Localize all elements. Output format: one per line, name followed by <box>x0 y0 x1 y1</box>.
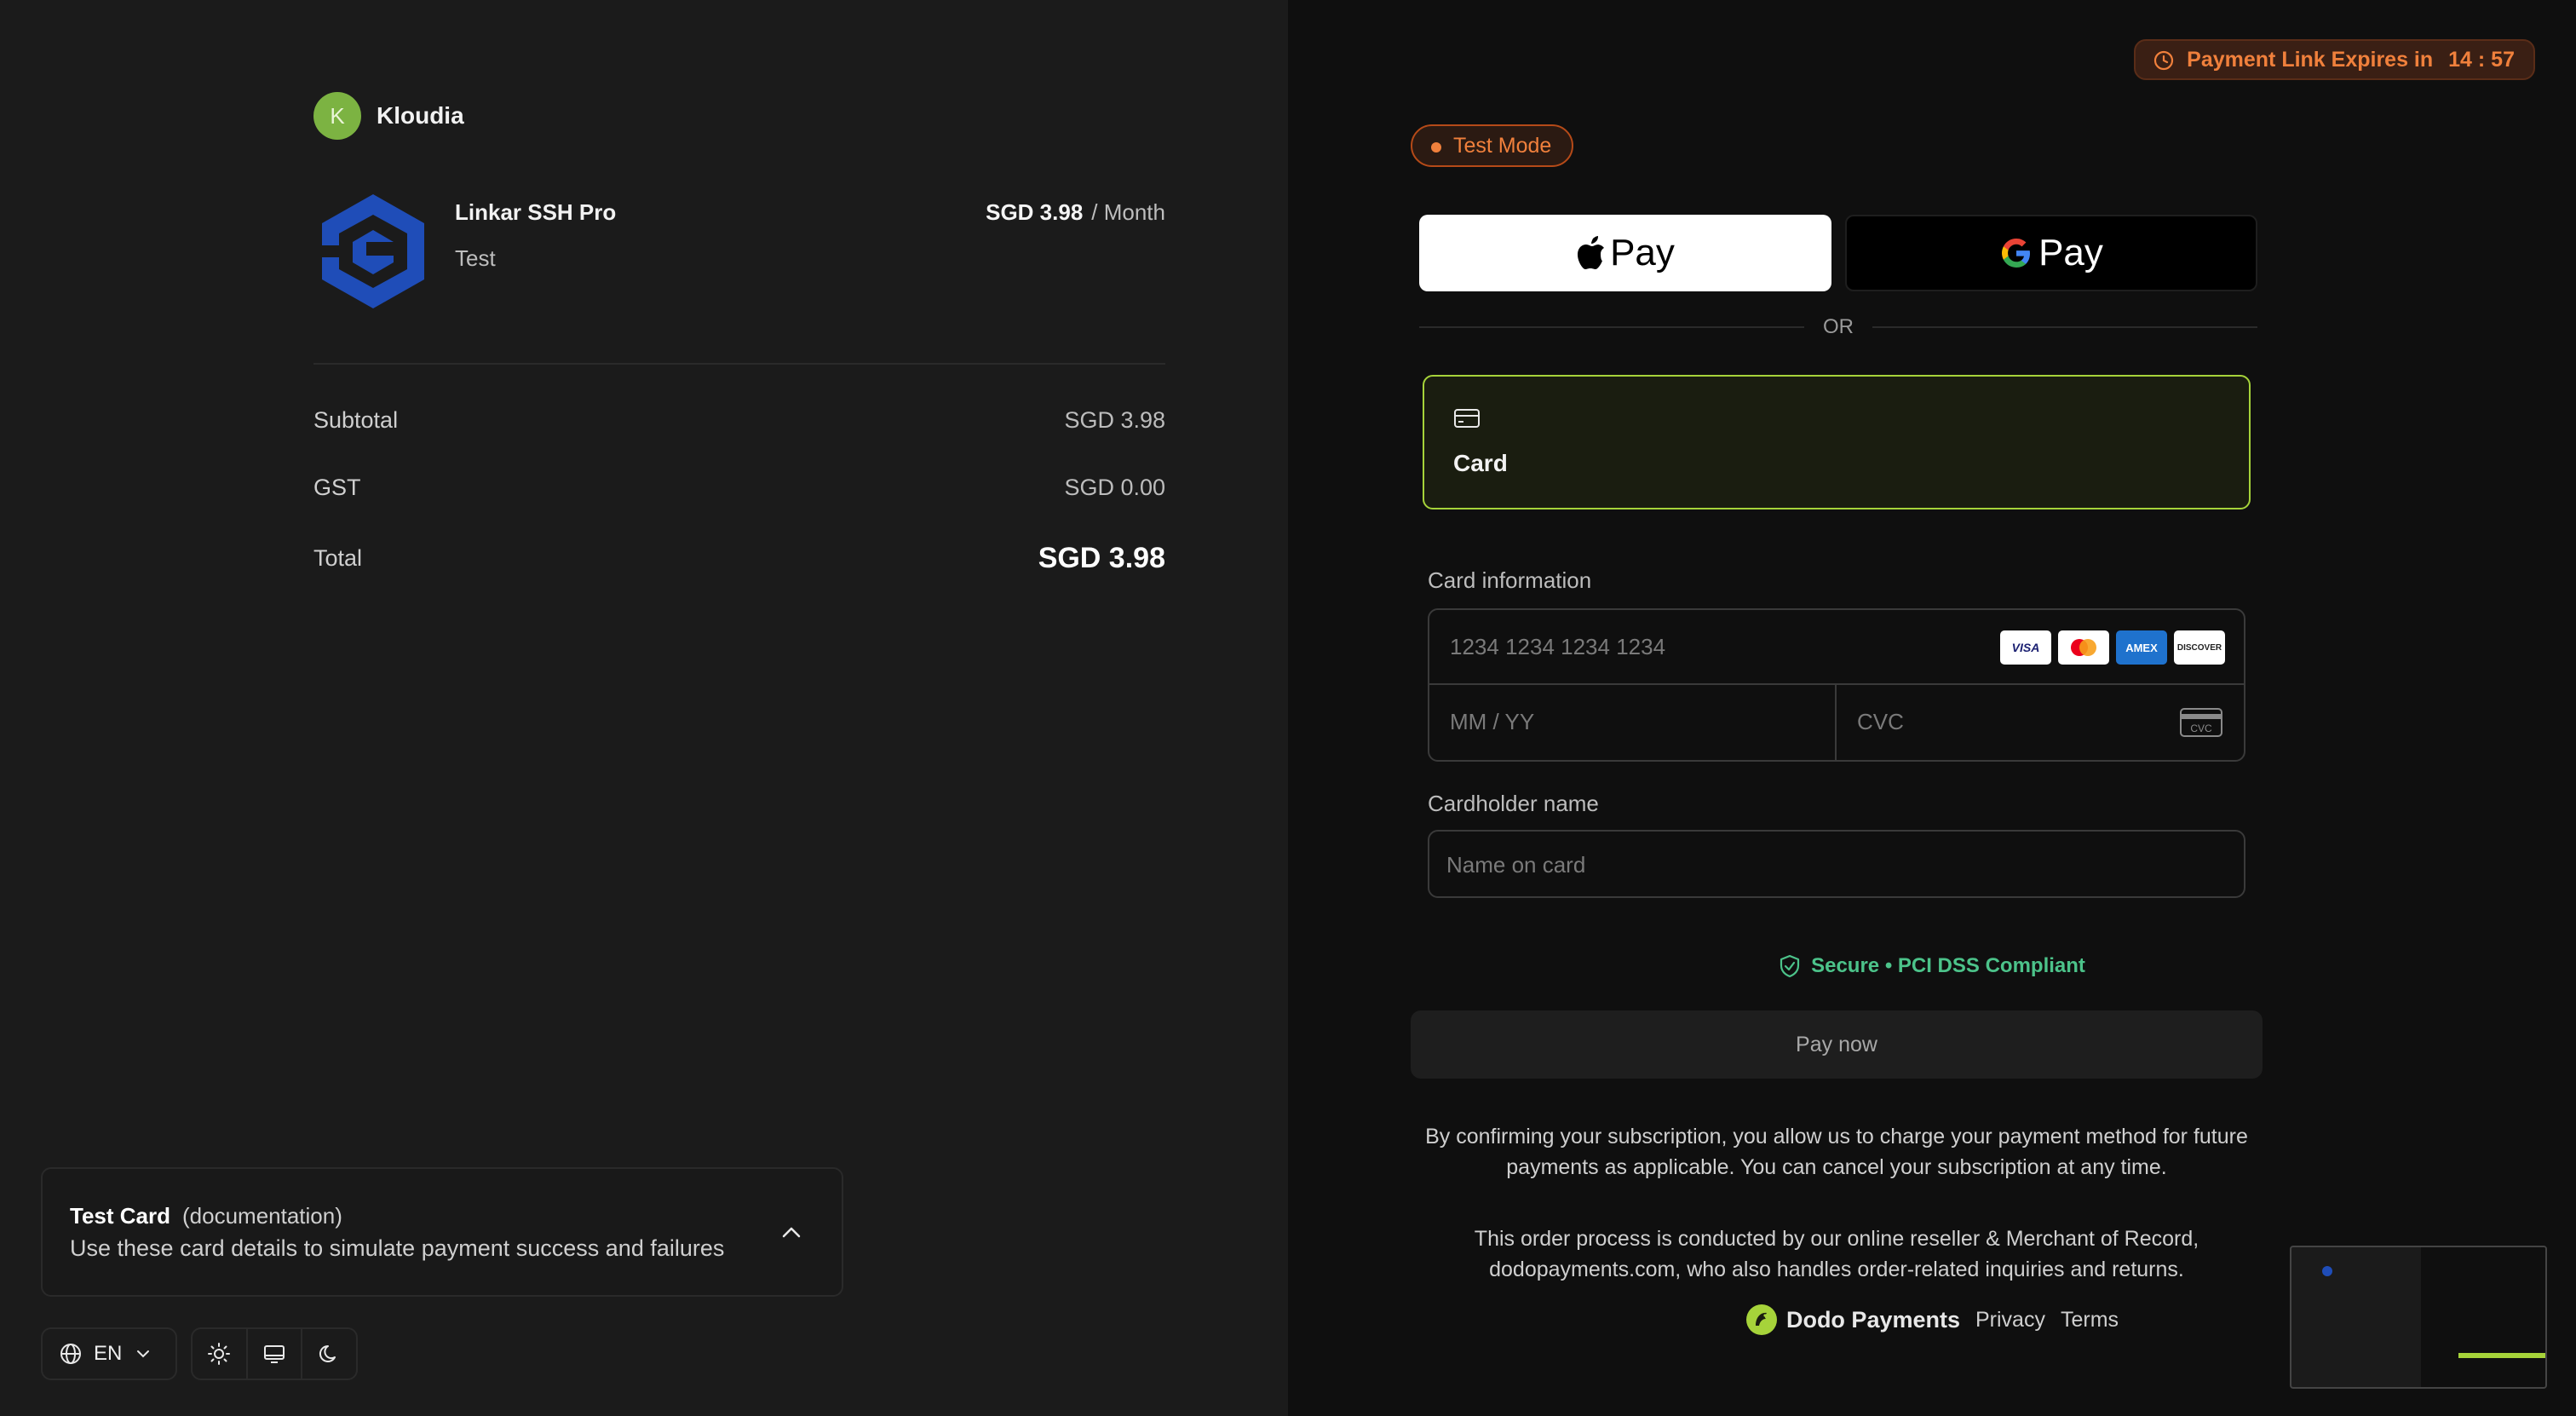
divider-line <box>1872 326 2257 328</box>
status-dot-icon <box>1431 142 1441 153</box>
timer-icon <box>2154 50 2174 71</box>
amex-icon: AMEX <box>2116 630 2167 665</box>
apple-logo-icon <box>1578 236 1605 269</box>
cardholder-placeholder: Name on card <box>1446 852 1586 878</box>
card-brand-list: VISA AMEX DISCOVER <box>2000 630 2225 665</box>
monitor-icon <box>264 1345 285 1363</box>
cardholder-name-label: Cardholder name <box>1428 791 1599 816</box>
product-item: Linkar SSH Pro Test SGD 3.98 / Month <box>313 191 1165 314</box>
divider-line <box>1419 326 1804 328</box>
thumbnail-logo <box>2322 1266 2332 1276</box>
merchant-header: K Kloudia <box>313 92 464 140</box>
subtotal-label: Subtotal <box>313 407 399 433</box>
or-label: OR <box>1823 315 1854 338</box>
subtotal-row: Subtotal SGD 3.98 <box>313 407 1165 434</box>
test-card-heading: Test Card <box>70 1203 170 1229</box>
cvc-input[interactable]: CVC CVC <box>1837 685 2244 760</box>
dodo-logo-icon <box>1745 1304 1777 1335</box>
terms-link[interactable]: Terms <box>2061 1308 2119 1333</box>
product-logo-icon <box>322 194 424 308</box>
svg-text:CVC: CVC <box>2190 722 2212 734</box>
expiry-badge: Payment Link Expires in 14 : 57 <box>2134 39 2535 80</box>
expiry-label: Payment Link Expires in <box>2187 47 2434 72</box>
payment-method-card-label: Card <box>1453 450 1508 476</box>
payment-method-card[interactable]: Card <box>1423 375 2251 509</box>
theme-light-button[interactable] <box>193 1329 248 1379</box>
theme-dark-button[interactable] <box>302 1329 356 1379</box>
moon-icon <box>319 1344 336 1362</box>
google-logo-icon <box>2002 239 2031 268</box>
merchant-avatar: K <box>313 92 361 140</box>
page-preview-thumbnail <box>2290 1246 2547 1389</box>
apple-pay-button[interactable]: Pay <box>1419 215 1831 291</box>
theme-switcher <box>191 1327 358 1380</box>
google-pay-label: Pay <box>2038 232 2103 273</box>
credit-card-icon <box>1454 409 1480 428</box>
thumbnail-highlight <box>2458 1353 2545 1358</box>
product-name: Linkar SSH Pro <box>455 199 617 225</box>
privacy-link[interactable]: Privacy <box>1975 1308 2045 1333</box>
test-mode-label: Test Mode <box>1453 133 1552 158</box>
sun-icon <box>208 1343 231 1365</box>
total-value: SGD 3.98 <box>1038 542 1165 574</box>
order-summary-panel: K Kloudia Linkar SSH Pro Test SGD 3.98 / … <box>0 0 1288 1416</box>
test-card-description: Use these card details to simulate payme… <box>70 1235 725 1261</box>
tax-value: SGD 0.00 <box>1064 475 1165 500</box>
or-divider: OR <box>1419 315 2257 339</box>
tax-row: GST SGD 0.00 <box>313 475 1165 501</box>
mastercard-icon <box>2058 630 2109 665</box>
card-information-group: 1234 1234 1234 1234 VISA AMEX DISCOVER M… <box>1428 608 2245 762</box>
chevron-down-icon <box>137 1350 150 1358</box>
product-price: SGD 3.98 / Month <box>986 199 1165 226</box>
subtotal-value: SGD 3.98 <box>1064 407 1165 433</box>
price-period: / Month <box>1091 199 1165 225</box>
cvc-card-icon: CVC <box>2180 708 2222 737</box>
product-description: Test <box>455 245 496 271</box>
visa-icon: VISA <box>2000 630 2051 665</box>
test-card-panel[interactable]: Test Card (documentation) Use these card … <box>41 1167 843 1297</box>
card-number-input[interactable]: 1234 1234 1234 1234 VISA AMEX DISCOVER <box>1429 610 2244 685</box>
language-code: EN <box>94 1342 123 1365</box>
card-number-placeholder: 1234 1234 1234 1234 <box>1450 634 1666 659</box>
security-notice: Secure • PCI DSS Compliant <box>1288 954 2576 978</box>
dodo-payments-logo[interactable]: Dodo Payments <box>1745 1304 1960 1336</box>
test-card-title: Test Card (documentation) <box>70 1203 342 1229</box>
subscription-consent: By confirming your subscription, you all… <box>1425 1125 2248 1179</box>
theme-system-button[interactable] <box>248 1329 303 1379</box>
google-pay-button[interactable]: Pay <box>1845 215 2257 291</box>
expiry-date-input[interactable]: MM / YY <box>1429 685 1837 760</box>
discover-icon: DISCOVER <box>2174 630 2225 665</box>
security-text: Secure • PCI DSS Compliant <box>1811 954 2085 977</box>
shield-check-icon <box>1780 954 1800 978</box>
apple-pay-label: Pay <box>1610 232 1675 273</box>
merchant-of-record-notice: This order process is conducted by our o… <box>1474 1227 2199 1281</box>
globe-icon <box>60 1344 81 1364</box>
thumbnail-right-pane <box>2421 1247 2545 1387</box>
dodo-payments-name: Dodo Payments <box>1785 1306 1960 1333</box>
payment-panel: Payment Link Expires in 14 : 57 Test Mod… <box>1288 0 2576 1416</box>
cvc-placeholder: CVC <box>1857 709 1904 734</box>
cardholder-name-input[interactable]: Name on card <box>1428 830 2245 898</box>
expiry-time: 14 : 57 <box>2448 47 2515 72</box>
expiry-placeholder: MM / YY <box>1450 709 1535 734</box>
card-information-label: Card information <box>1428 567 1592 593</box>
test-mode-badge: Test Mode <box>1411 124 1574 167</box>
merchant-name: Kloudia <box>377 102 464 129</box>
language-selector[interactable]: EN <box>41 1327 177 1380</box>
total-label: Total <box>313 545 363 571</box>
price-amount: SGD 3.98 <box>986 199 1084 225</box>
tax-label: GST <box>313 475 361 500</box>
total-row: Total SGD 3.98 <box>313 542 1165 575</box>
pay-now-button[interactable]: Pay now <box>1411 1010 2263 1079</box>
chevron-up-icon[interactable] <box>779 1220 804 1246</box>
documentation-link[interactable]: (documentation) <box>182 1203 342 1229</box>
divider <box>313 363 1165 365</box>
